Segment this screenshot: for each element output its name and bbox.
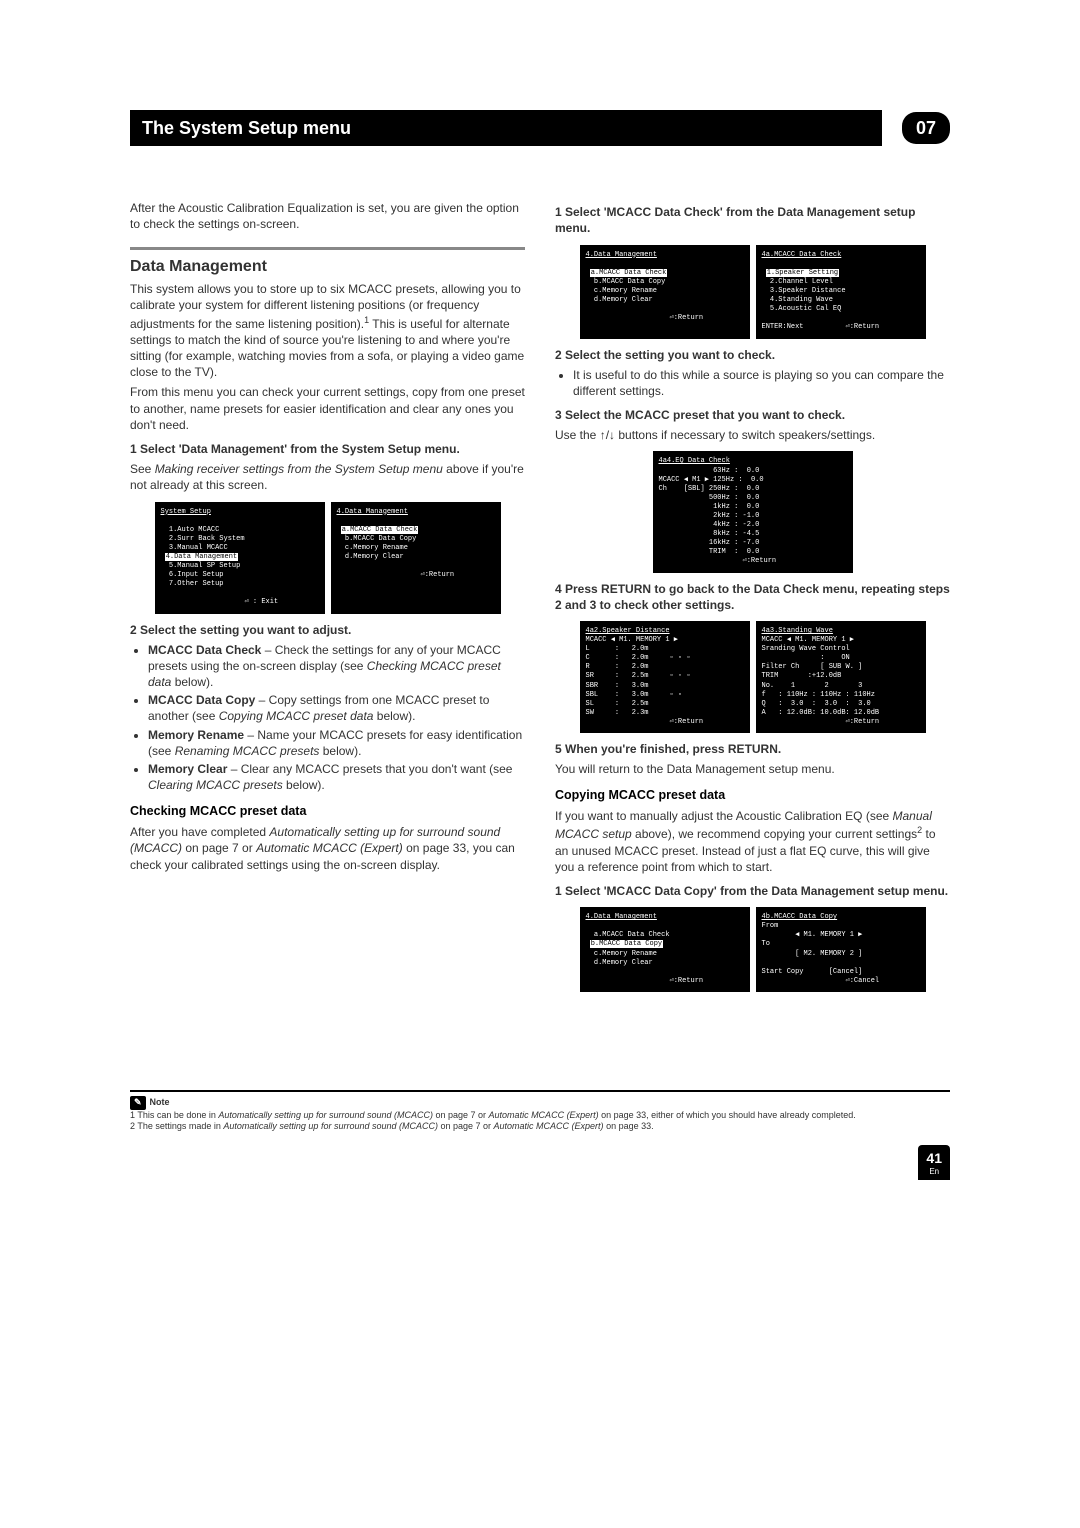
- dm-step-1: 1 Select 'Data Management' from the Syst…: [130, 441, 525, 457]
- osd-speaker-distance: 4a2.Speaker Distance MCACC ◀ M1. MEMORY …: [580, 621, 750, 733]
- chk-step-3-sub: Use the ↑/↓ buttons if necessary to swit…: [555, 427, 950, 443]
- chapter-number: 07: [902, 112, 950, 144]
- dm-paragraph-2: From this menu you can check your curren…: [130, 384, 525, 433]
- chk-step-2-sub: It is useful to do this while a source i…: [573, 367, 950, 399]
- footnote-1: 1 This can be done in Automatically sett…: [130, 1110, 950, 1122]
- chk-step-5-sub: You will return to the Data Management s…: [555, 761, 950, 777]
- osd-data-management: 4.Data Management a.MCACC Data Check b.M…: [331, 502, 501, 614]
- footnote-2: 2 The settings made in Automatically set…: [130, 1121, 950, 1133]
- footnotes: ✎ Note 1 This can be done in Automaticall…: [130, 1090, 950, 1180]
- copy-step-1: 1 Select 'MCACC Data Copy' from the Data…: [555, 883, 950, 899]
- setting-list: MCACC Data Check – Check the settings fo…: [148, 642, 525, 794]
- bullet-memory-clear: Memory Clear – Clear any MCACC presets t…: [148, 761, 525, 793]
- osd-data-copy: 4b.MCACC Data Copy From ◀ M1. MEMORY 1 ▶…: [756, 907, 926, 992]
- osd-eq-data-check: 4a4.EQ Data Check 63Hz : 0.0 MCACC ◀ M1 …: [653, 451, 853, 572]
- dm-step-1-sub: See Making receiver settings from the Sy…: [130, 461, 525, 493]
- copying-preset-text: If you want to manually adjust the Acous…: [555, 808, 950, 875]
- dm-paragraph-1: This system allows you to store up to si…: [130, 281, 525, 380]
- chk-step-5: 5 When you're finished, press RETURN.: [555, 741, 950, 757]
- section-title: The System Setup menu: [130, 110, 882, 146]
- left-column: After the Acoustic Calibration Equalizat…: [130, 196, 525, 1000]
- chk-step-1: 1 Select 'MCACC Data Check' from the Dat…: [555, 204, 950, 236]
- page-number: 41: [926, 1150, 942, 1166]
- osd-system-setup: System Setup 1.Auto MCACC 2.Surr Back Sy…: [155, 502, 325, 614]
- page-number-box: 41 En: [918, 1145, 950, 1180]
- data-management-heading: Data Management: [130, 247, 525, 278]
- bullet-memory-rename: Memory Rename – Name your MCACC presets …: [148, 727, 525, 759]
- osd-data-check: 4a.MCACC Data Check 1.Speaker Setting 2.…: [756, 245, 926, 339]
- bullet-data-check: MCACC Data Check – Check the settings fo…: [148, 642, 525, 691]
- bullet-data-copy: MCACC Data Copy – Copy settings from one…: [148, 692, 525, 724]
- right-column: 1 Select 'MCACC Data Check' from the Dat…: [555, 196, 950, 1000]
- chk-step-2: 2 Select the setting you want to check.: [555, 347, 950, 363]
- copying-preset-heading: Copying MCACC preset data: [555, 787, 950, 804]
- osd-data-management-2: 4.Data Management a.MCACC Data Check b.M…: [580, 245, 750, 339]
- osd-data-management-3: 4.Data Management a.MCACC Data Check b.M…: [580, 907, 750, 992]
- osd-standing-wave: 4a3.Standing Wave MCACC ◀ M1. MEMORY 1 ▶…: [756, 621, 926, 733]
- chk-step-3: 3 Select the MCACC preset that you want …: [555, 407, 950, 423]
- page-lang: En: [926, 1167, 942, 1177]
- chk-step-4: 4 Press RETURN to go back to the Data Ch…: [555, 581, 950, 613]
- note-label: Note: [150, 1097, 170, 1107]
- updown-icon: ↑/↓: [600, 428, 615, 442]
- checking-preset-text: After you have completed Automatically s…: [130, 824, 525, 873]
- checking-preset-heading: Checking MCACC preset data: [130, 803, 525, 820]
- intro-text: After the Acoustic Calibration Equalizat…: [130, 200, 525, 232]
- dm-step-2: 2 Select the setting you want to adjust.: [130, 622, 525, 638]
- note-icon: ✎: [130, 1096, 146, 1110]
- header-bar: The System Setup menu 07: [130, 110, 950, 146]
